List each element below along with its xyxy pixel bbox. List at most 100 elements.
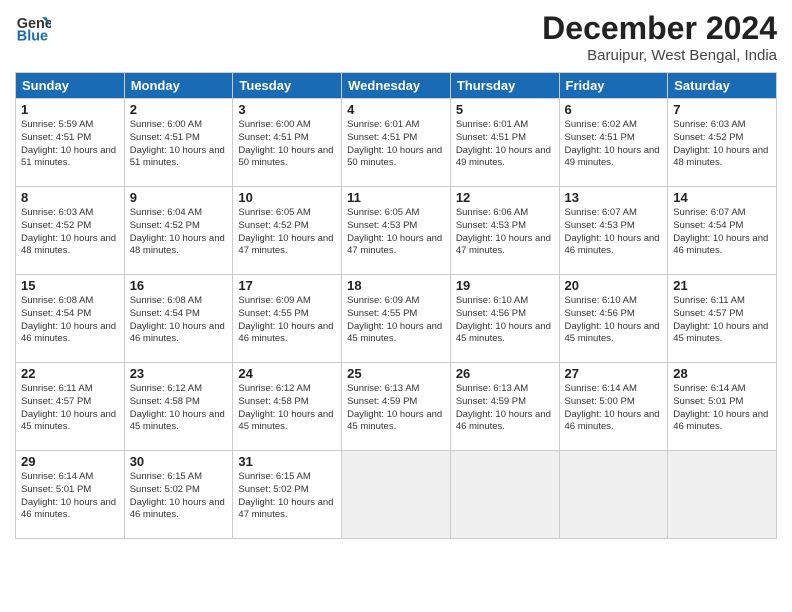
cell-content: Sunrise: 6:03 AM Sunset: 4:52 PM Dayligh… bbox=[21, 207, 119, 258]
sunset-text: Sunset: 4:59 PM bbox=[347, 396, 417, 407]
day-number: 30 bbox=[130, 454, 228, 469]
day-number: 10 bbox=[238, 190, 336, 205]
table-row: 7 Sunrise: 6:03 AM Sunset: 4:52 PM Dayli… bbox=[668, 99, 777, 187]
cell-content: Sunrise: 6:11 AM Sunset: 4:57 PM Dayligh… bbox=[21, 383, 119, 434]
table-row: 11 Sunrise: 6:05 AM Sunset: 4:53 PM Dayl… bbox=[342, 187, 451, 275]
sunrise-text: Sunrise: 6:05 AM bbox=[347, 207, 419, 218]
table-row: 24 Sunrise: 6:12 AM Sunset: 4:58 PM Dayl… bbox=[233, 363, 342, 451]
logo: General Blue bbox=[15, 10, 51, 46]
day-number: 4 bbox=[347, 102, 445, 117]
table-row bbox=[668, 451, 777, 539]
sunset-text: Sunset: 4:56 PM bbox=[565, 308, 635, 319]
cell-content: Sunrise: 6:08 AM Sunset: 4:54 PM Dayligh… bbox=[130, 295, 228, 346]
cell-content: Sunrise: 6:05 AM Sunset: 4:52 PM Dayligh… bbox=[238, 207, 336, 258]
cell-content: Sunrise: 6:14 AM Sunset: 5:00 PM Dayligh… bbox=[565, 383, 663, 434]
sunrise-text: Sunrise: 6:11 AM bbox=[673, 295, 745, 306]
header-area: General Blue December 2024 Baruipur, Wes… bbox=[15, 10, 777, 64]
day-number: 7 bbox=[673, 102, 771, 117]
col-tuesday: Tuesday bbox=[233, 73, 342, 99]
sunrise-text: Sunrise: 6:14 AM bbox=[673, 383, 745, 394]
day-number: 2 bbox=[130, 102, 228, 117]
sunset-text: Sunset: 4:53 PM bbox=[565, 220, 635, 231]
cell-content: Sunrise: 6:03 AM Sunset: 4:52 PM Dayligh… bbox=[673, 119, 771, 170]
table-row: 29 Sunrise: 6:14 AM Sunset: 5:01 PM Dayl… bbox=[16, 451, 125, 539]
daylight-text: Daylight: 10 hours and 45 minutes. bbox=[456, 321, 551, 345]
day-number: 19 bbox=[456, 278, 554, 293]
logo-icon: General Blue bbox=[15, 10, 51, 46]
cell-content: Sunrise: 6:11 AM Sunset: 4:57 PM Dayligh… bbox=[673, 295, 771, 346]
location: Baruipur, West Bengal, India bbox=[542, 47, 777, 64]
cell-content: Sunrise: 6:14 AM Sunset: 5:01 PM Dayligh… bbox=[21, 471, 119, 522]
table-row: 1 Sunrise: 5:59 AM Sunset: 4:51 PM Dayli… bbox=[16, 99, 125, 187]
cell-content: Sunrise: 6:01 AM Sunset: 4:51 PM Dayligh… bbox=[456, 119, 554, 170]
col-friday: Friday bbox=[559, 73, 668, 99]
daylight-text: Daylight: 10 hours and 45 minutes. bbox=[21, 409, 116, 433]
sunrise-text: Sunrise: 6:14 AM bbox=[565, 383, 637, 394]
daylight-text: Daylight: 10 hours and 46 minutes. bbox=[565, 409, 660, 433]
cell-content: Sunrise: 6:13 AM Sunset: 4:59 PM Dayligh… bbox=[456, 383, 554, 434]
col-monday: Monday bbox=[124, 73, 233, 99]
cell-content: Sunrise: 6:12 AM Sunset: 4:58 PM Dayligh… bbox=[130, 383, 228, 434]
sunset-text: Sunset: 4:52 PM bbox=[238, 220, 308, 231]
sunrise-text: Sunrise: 6:09 AM bbox=[238, 295, 310, 306]
sunset-text: Sunset: 5:01 PM bbox=[673, 396, 743, 407]
daylight-text: Daylight: 10 hours and 48 minutes. bbox=[130, 233, 225, 257]
sunset-text: Sunset: 4:55 PM bbox=[347, 308, 417, 319]
day-number: 18 bbox=[347, 278, 445, 293]
table-row bbox=[450, 451, 559, 539]
sunrise-text: Sunrise: 6:11 AM bbox=[21, 383, 93, 394]
daylight-text: Daylight: 10 hours and 46 minutes. bbox=[130, 497, 225, 521]
daylight-text: Daylight: 10 hours and 46 minutes. bbox=[673, 409, 768, 433]
cell-content: Sunrise: 6:02 AM Sunset: 4:51 PM Dayligh… bbox=[565, 119, 663, 170]
sunset-text: Sunset: 4:54 PM bbox=[21, 308, 91, 319]
sunrise-text: Sunrise: 6:01 AM bbox=[456, 119, 528, 130]
daylight-text: Daylight: 10 hours and 46 minutes. bbox=[21, 321, 116, 345]
table-row: 5 Sunrise: 6:01 AM Sunset: 4:51 PM Dayli… bbox=[450, 99, 559, 187]
daylight-text: Daylight: 10 hours and 45 minutes. bbox=[673, 321, 768, 345]
daylight-text: Daylight: 10 hours and 45 minutes. bbox=[565, 321, 660, 345]
sunrise-text: Sunrise: 6:06 AM bbox=[456, 207, 528, 218]
day-number: 24 bbox=[238, 366, 336, 381]
sunrise-text: Sunrise: 6:02 AM bbox=[565, 119, 637, 130]
sunset-text: Sunset: 5:02 PM bbox=[130, 484, 200, 495]
daylight-text: Daylight: 10 hours and 46 minutes. bbox=[238, 321, 333, 345]
sunrise-text: Sunrise: 6:15 AM bbox=[238, 471, 310, 482]
table-row: 2 Sunrise: 6:00 AM Sunset: 4:51 PM Dayli… bbox=[124, 99, 233, 187]
daylight-text: Daylight: 10 hours and 50 minutes. bbox=[347, 145, 442, 169]
cell-content: Sunrise: 6:01 AM Sunset: 4:51 PM Dayligh… bbox=[347, 119, 445, 170]
daylight-text: Daylight: 10 hours and 46 minutes. bbox=[565, 233, 660, 257]
day-number: 12 bbox=[456, 190, 554, 205]
sunrise-text: Sunrise: 6:03 AM bbox=[673, 119, 745, 130]
table-row: 6 Sunrise: 6:02 AM Sunset: 4:51 PM Dayli… bbox=[559, 99, 668, 187]
day-number: 8 bbox=[21, 190, 119, 205]
calendar-table: Sunday Monday Tuesday Wednesday Thursday… bbox=[15, 72, 777, 539]
sunrise-text: Sunrise: 6:10 AM bbox=[565, 295, 637, 306]
sunrise-text: Sunrise: 6:09 AM bbox=[347, 295, 419, 306]
sunset-text: Sunset: 4:51 PM bbox=[565, 132, 635, 143]
sunrise-text: Sunrise: 6:03 AM bbox=[21, 207, 93, 218]
sunrise-text: Sunrise: 6:14 AM bbox=[21, 471, 93, 482]
sunrise-text: Sunrise: 6:08 AM bbox=[130, 295, 202, 306]
sunrise-text: Sunrise: 6:07 AM bbox=[565, 207, 637, 218]
sunrise-text: Sunrise: 6:04 AM bbox=[130, 207, 202, 218]
table-row: 22 Sunrise: 6:11 AM Sunset: 4:57 PM Dayl… bbox=[16, 363, 125, 451]
day-number: 25 bbox=[347, 366, 445, 381]
sunset-text: Sunset: 5:01 PM bbox=[21, 484, 91, 495]
day-number: 3 bbox=[238, 102, 336, 117]
day-number: 9 bbox=[130, 190, 228, 205]
daylight-text: Daylight: 10 hours and 51 minutes. bbox=[21, 145, 116, 169]
table-row: 15 Sunrise: 6:08 AM Sunset: 4:54 PM Dayl… bbox=[16, 275, 125, 363]
daylight-text: Daylight: 10 hours and 51 minutes. bbox=[130, 145, 225, 169]
table-row: 28 Sunrise: 6:14 AM Sunset: 5:01 PM Dayl… bbox=[668, 363, 777, 451]
cell-content: Sunrise: 6:06 AM Sunset: 4:53 PM Dayligh… bbox=[456, 207, 554, 258]
sunset-text: Sunset: 5:02 PM bbox=[238, 484, 308, 495]
sunset-text: Sunset: 4:52 PM bbox=[673, 132, 743, 143]
calendar-body: 1 Sunrise: 5:59 AM Sunset: 4:51 PM Dayli… bbox=[16, 99, 777, 539]
cell-content: Sunrise: 6:15 AM Sunset: 5:02 PM Dayligh… bbox=[130, 471, 228, 522]
sunrise-text: Sunrise: 5:59 AM bbox=[21, 119, 93, 130]
sunset-text: Sunset: 4:57 PM bbox=[21, 396, 91, 407]
daylight-text: Daylight: 10 hours and 48 minutes. bbox=[21, 233, 116, 257]
day-number: 31 bbox=[238, 454, 336, 469]
table-row bbox=[559, 451, 668, 539]
sunset-text: Sunset: 4:56 PM bbox=[456, 308, 526, 319]
